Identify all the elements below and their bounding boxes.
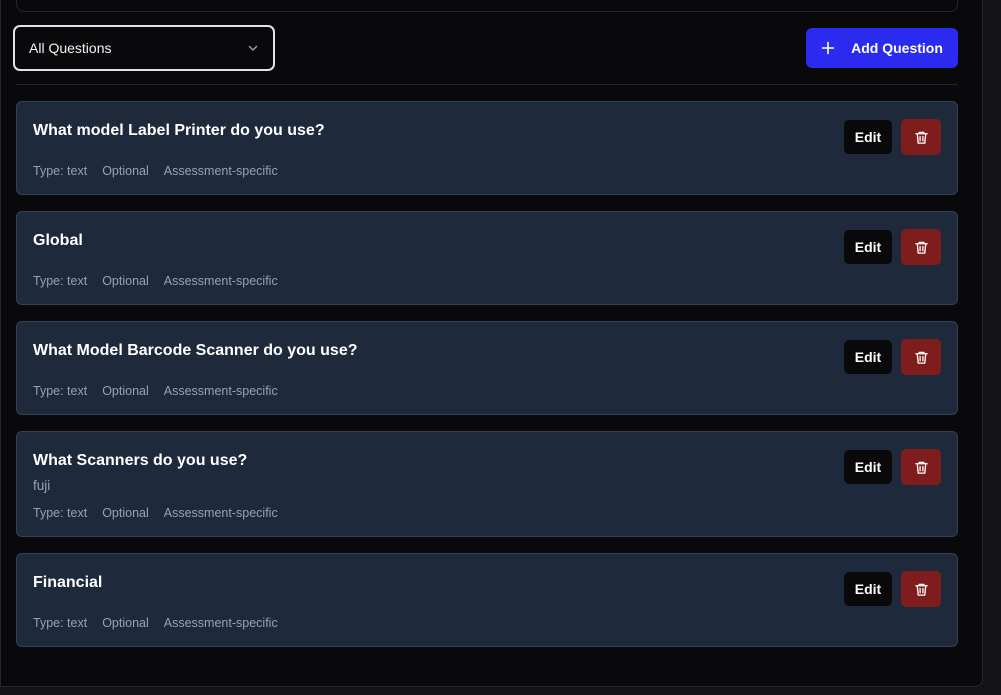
- add-question-button[interactable]: Add Question: [806, 28, 958, 68]
- trash-icon: [914, 131, 928, 144]
- delete-button[interactable]: [901, 229, 941, 265]
- question-required: Optional: [102, 616, 149, 630]
- question-scope: Assessment-specific: [163, 164, 278, 178]
- question-card: What Scanners do you use? fuji Type: tex…: [16, 431, 958, 537]
- question-title: Financial: [33, 574, 103, 591]
- question-card: Global Type: text Optional Assessment-sp…: [16, 211, 958, 305]
- chevron-down-icon: [248, 45, 258, 51]
- question-type: Type: text: [33, 164, 88, 178]
- delete-button[interactable]: [901, 571, 941, 607]
- question-type: Type: text: [33, 384, 88, 398]
- plus-icon: [821, 41, 835, 55]
- edit-button[interactable]: Edit: [844, 340, 892, 374]
- question-type: Type: text: [33, 274, 88, 288]
- question-scope: Assessment-specific: [163, 616, 278, 630]
- trash-icon: [914, 241, 928, 254]
- question-title: What model Label Printer do you use?: [33, 122, 325, 139]
- question-card: Financial Type: text Optional Assessment…: [16, 553, 958, 647]
- delete-button[interactable]: [901, 449, 941, 485]
- trash-icon: [914, 583, 928, 596]
- question-scope: Assessment-specific: [163, 506, 278, 520]
- delete-button[interactable]: [901, 119, 941, 155]
- question-card: What Model Barcode Scanner do you use? T…: [16, 321, 958, 415]
- question-title: What Model Barcode Scanner do you use?: [33, 342, 358, 359]
- question-meta: Type: text Optional Assessment-specific: [33, 274, 278, 288]
- question-type: Type: text: [33, 506, 88, 520]
- edit-button[interactable]: Edit: [844, 572, 892, 606]
- add-question-label: Add Question: [851, 40, 943, 56]
- question-meta: Type: text Optional Assessment-specific: [33, 384, 278, 398]
- question-description: fuji: [33, 478, 51, 493]
- question-card: What model Label Printer do you use? Typ…: [16, 101, 958, 195]
- trash-icon: [914, 461, 928, 474]
- question-scope: Assessment-specific: [163, 274, 278, 288]
- filter-selected-value: All Questions: [29, 40, 112, 56]
- divider: [16, 84, 958, 85]
- question-required: Optional: [102, 274, 149, 288]
- question-title: What Scanners do you use?: [33, 452, 248, 469]
- question-required: Optional: [102, 164, 149, 178]
- edit-button[interactable]: Edit: [844, 450, 892, 484]
- question-meta: Type: text Optional Assessment-specific: [33, 506, 278, 520]
- question-required: Optional: [102, 384, 149, 398]
- delete-button[interactable]: [901, 339, 941, 375]
- edit-button[interactable]: Edit: [844, 230, 892, 264]
- edit-button[interactable]: Edit: [844, 120, 892, 154]
- question-meta: Type: text Optional Assessment-specific: [33, 164, 278, 178]
- top-card: [16, 0, 958, 12]
- question-meta: Type: text Optional Assessment-specific: [33, 616, 278, 630]
- question-title: Global: [33, 232, 83, 249]
- question-filter-select[interactable]: All Questions: [13, 25, 275, 71]
- question-type: Type: text: [33, 616, 88, 630]
- trash-icon: [914, 351, 928, 364]
- question-required: Optional: [102, 506, 149, 520]
- question-scope: Assessment-specific: [163, 384, 278, 398]
